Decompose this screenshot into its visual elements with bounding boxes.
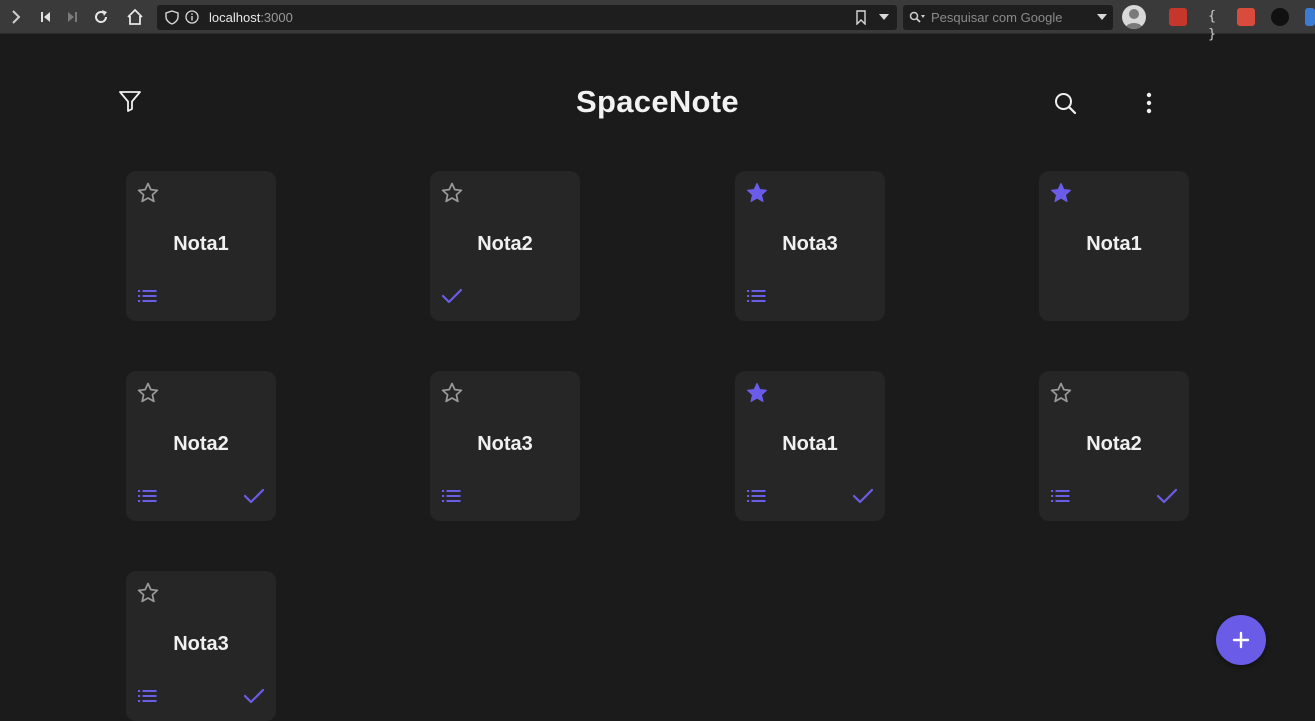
star-outline-icon[interactable] [1049, 381, 1073, 405]
note-card[interactable]: Nota3 [126, 571, 276, 721]
adblock-extension-icon[interactable] [1271, 8, 1289, 26]
search-engine-icon [909, 11, 925, 23]
check-icon [242, 485, 266, 507]
url-text: localhost:3000 [209, 10, 293, 25]
extension-orange-icon[interactable] [1237, 8, 1255, 26]
reload-icon[interactable] [91, 7, 111, 27]
search-bar[interactable]: Pesquisar com Google [903, 5, 1113, 30]
check-icon [1155, 485, 1179, 507]
add-note-button[interactable] [1216, 615, 1266, 665]
note-title: Nota3 [782, 233, 838, 255]
list-icon [745, 285, 769, 307]
url-bar[interactable]: localhost:3000 [157, 5, 897, 30]
list-icon [1049, 485, 1073, 507]
plus-icon [1232, 631, 1250, 649]
list-icon [136, 485, 160, 507]
star-filled-icon[interactable] [1049, 181, 1073, 205]
note-title: Nota2 [173, 433, 229, 455]
search-placeholder: Pesquisar com Google [931, 10, 1063, 25]
browser-toolbar: localhost:3000 Pesquisar com Google { } [0, 0, 1315, 42]
more-menu-icon[interactable] [1140, 90, 1158, 116]
check-icon [242, 685, 266, 707]
back-icon[interactable] [36, 7, 56, 27]
list-icon [136, 685, 160, 707]
star-outline-icon[interactable] [440, 381, 464, 405]
check-icon [851, 485, 875, 507]
search-icon[interactable] [1052, 90, 1078, 116]
star-filled-icon[interactable] [745, 181, 769, 205]
url-port: :3000 [260, 10, 293, 25]
note-title: Nota1 [173, 233, 229, 255]
extension-red-icon[interactable] [1169, 8, 1187, 26]
note-title: Nota1 [782, 433, 838, 455]
forward-icon[interactable] [62, 7, 82, 27]
note-title: Nota1 [1086, 233, 1142, 255]
info-icon[interactable] [185, 10, 199, 24]
note-title: Nota3 [477, 433, 533, 455]
star-filled-icon[interactable] [745, 381, 769, 405]
note-card[interactable]: Nota2 [430, 171, 580, 321]
star-outline-icon[interactable] [136, 181, 160, 205]
dropdown-arrow-icon[interactable] [1097, 14, 1107, 21]
note-title: Nota3 [173, 633, 229, 655]
star-outline-icon[interactable] [136, 381, 160, 405]
home-icon[interactable] [125, 7, 145, 27]
bookmark-icon[interactable] [855, 10, 867, 25]
list-icon [745, 485, 769, 507]
profile-avatar-icon[interactable] [1122, 5, 1146, 29]
note-card[interactable]: Nota1 [735, 371, 885, 521]
dropdown-arrow-icon[interactable] [879, 14, 889, 21]
note-card[interactable]: Nota1 [1039, 171, 1189, 321]
list-icon [440, 485, 464, 507]
shield-icon [165, 10, 179, 25]
star-outline-icon[interactable] [136, 581, 160, 605]
json-extension-icon[interactable]: { } [1203, 8, 1221, 42]
note-card[interactable]: Nota1 [126, 171, 276, 321]
note-title: Nota2 [1086, 433, 1142, 455]
note-card[interactable]: Nota3 [735, 171, 885, 321]
star-outline-icon[interactable] [440, 181, 464, 205]
check-icon [440, 285, 464, 307]
url-host: localhost [209, 10, 261, 25]
note-card[interactable]: Nota3 [430, 371, 580, 521]
note-title: Nota2 [477, 233, 533, 255]
note-card[interactable]: Nota2 [1039, 371, 1189, 521]
app-title: SpaceNote [576, 84, 739, 119]
list-icon [136, 285, 160, 307]
note-card[interactable]: Nota2 [126, 371, 276, 521]
sidebar-toggle-icon[interactable] [6, 7, 26, 27]
extension-blue-icon[interactable] [1305, 8, 1315, 26]
